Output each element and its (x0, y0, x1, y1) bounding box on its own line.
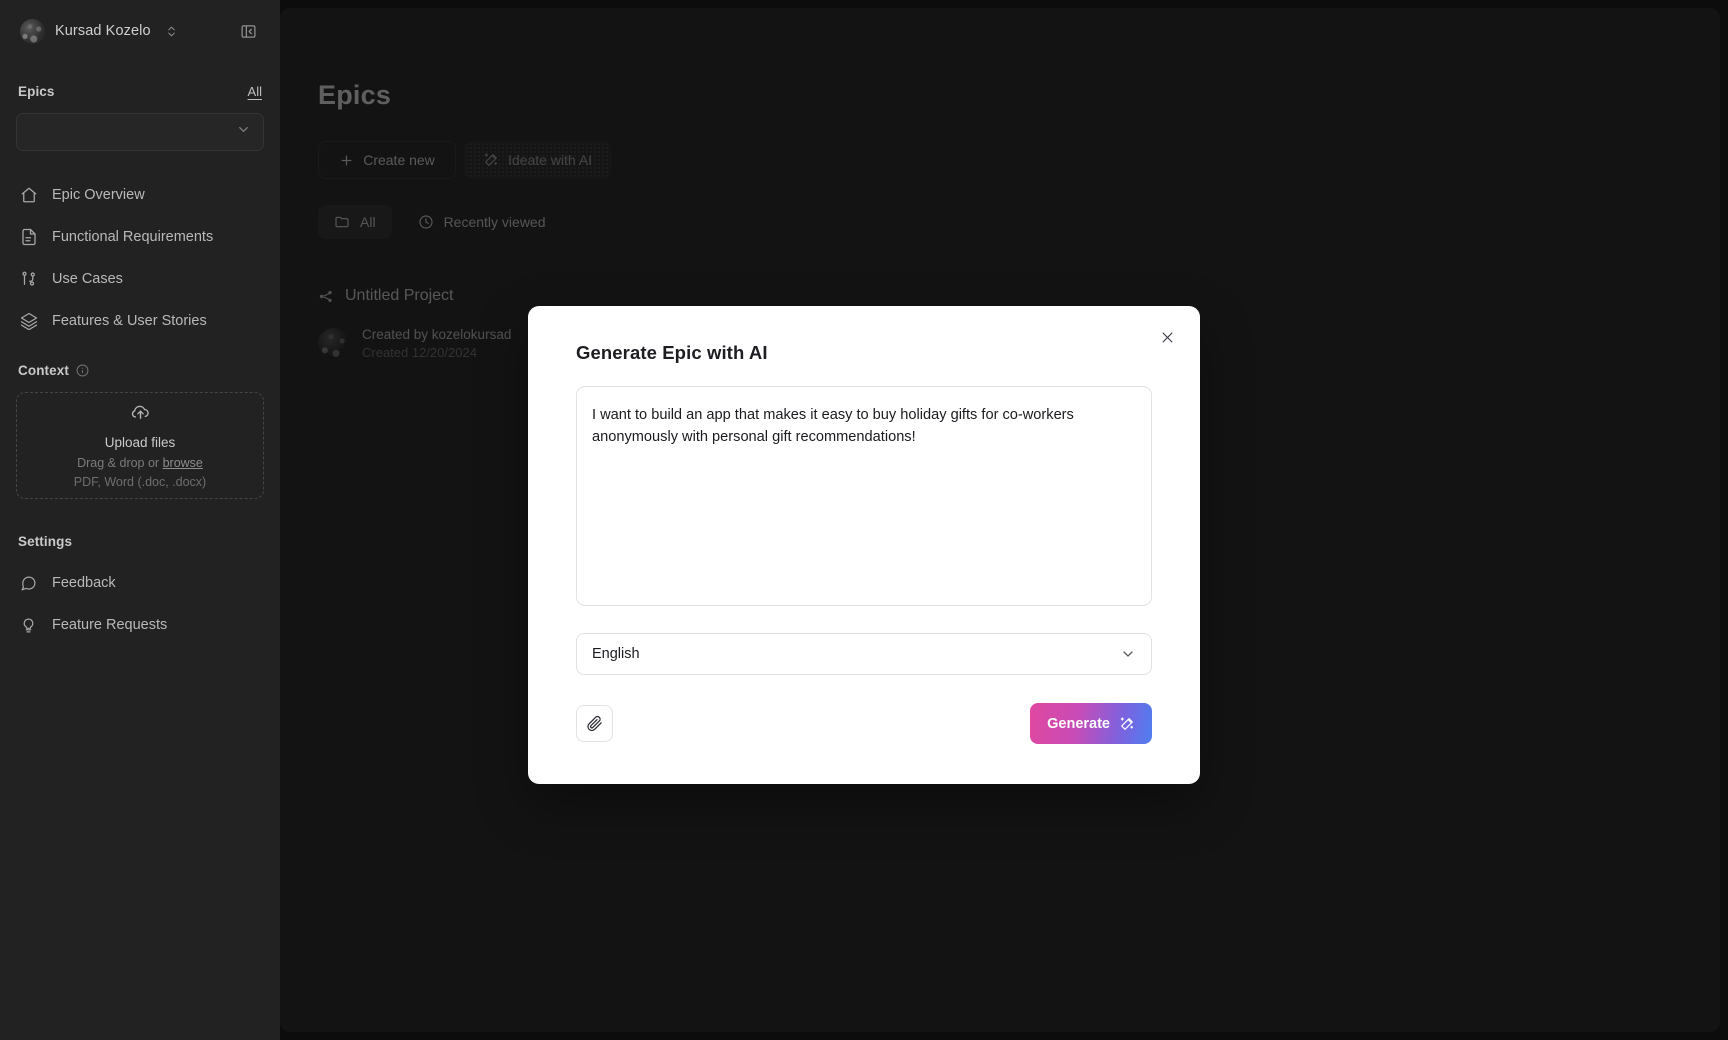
sidebar-item-feature-requests[interactable]: Feature Requests (16, 609, 264, 641)
prompt-textarea[interactable] (576, 386, 1152, 606)
magic-wand-icon (1119, 716, 1135, 732)
sidebar-user-name: Kursad Kozelo (55, 23, 151, 39)
user-avatar (20, 18, 45, 44)
settings-label: Settings (18, 534, 73, 549)
generate-label: Generate (1047, 715, 1110, 732)
epics-header: Epics All (16, 84, 264, 99)
upload-hint: Drag & drop or browse (77, 456, 203, 470)
info-icon[interactable] (76, 364, 89, 377)
context-label: Context (18, 363, 69, 378)
epics-label: Epics (18, 84, 55, 99)
chevron-down-icon (1120, 646, 1136, 662)
sidebar: Kursad Kozelo Epics All Epic Overview Fu… (0, 0, 280, 1040)
layers-icon (20, 312, 39, 330)
chat-bubble-icon (20, 575, 39, 592)
upload-hint-prefix: Drag & drop or (77, 456, 163, 470)
sidebar-item-label: Use Cases (52, 271, 123, 287)
sidebar-nav: Epic Overview Functional Requirements Us… (16, 179, 264, 337)
sidebar-item-label: Functional Requirements (52, 229, 214, 245)
modal-footer: Generate (576, 703, 1152, 744)
app-root: Kursad Kozelo Epics All Epic Overview Fu… (0, 0, 1728, 1040)
epic-select[interactable] (16, 113, 264, 151)
sidebar-item-feedback[interactable]: Feedback (16, 567, 264, 599)
home-icon (20, 186, 39, 204)
context-header: Context (16, 363, 264, 378)
branch-icon (20, 270, 39, 288)
sidebar-item-functional-requirements[interactable]: Functional Requirements (16, 221, 264, 253)
upload-formats: PDF, Word (.doc, .docx) (73, 475, 207, 489)
upload-title: Upload files (104, 435, 176, 450)
sidebar-item-label: Features & User Stories (52, 313, 207, 329)
language-select[interactable]: English (576, 633, 1152, 675)
epics-all-link[interactable]: All (248, 84, 262, 99)
chevron-up-down-icon (165, 25, 178, 38)
lightbulb-icon (20, 617, 39, 634)
generate-button[interactable]: Generate (1030, 703, 1152, 744)
panel-collapse-icon[interactable] (237, 20, 260, 43)
language-select-value: English (592, 646, 640, 662)
generate-epic-modal: Generate Epic with AI English Generate (528, 306, 1200, 784)
sidebar-item-label: Feedback (52, 575, 116, 591)
close-icon[interactable] (1154, 324, 1180, 350)
sidebar-item-use-cases[interactable]: Use Cases (16, 263, 264, 295)
cloud-upload-icon (130, 402, 151, 428)
chevron-down-icon (236, 122, 251, 142)
modal-title: Generate Epic with AI (576, 342, 768, 363)
upload-dropzone[interactable]: Upload files Drag & drop or browse PDF, … (16, 392, 264, 499)
sidebar-item-label: Feature Requests (52, 617, 168, 633)
sidebar-item-label: Epic Overview (52, 187, 145, 203)
sidebar-item-features-user-stories[interactable]: Features & User Stories (16, 305, 264, 337)
browse-link[interactable]: browse (163, 456, 203, 470)
sidebar-item-epic-overview[interactable]: Epic Overview (16, 179, 264, 211)
attach-file-button[interactable] (576, 705, 613, 742)
document-icon (20, 228, 39, 246)
sidebar-user-switcher[interactable]: Kursad Kozelo (16, 0, 264, 62)
paperclip-icon (586, 715, 603, 732)
settings-header: Settings (16, 533, 264, 551)
